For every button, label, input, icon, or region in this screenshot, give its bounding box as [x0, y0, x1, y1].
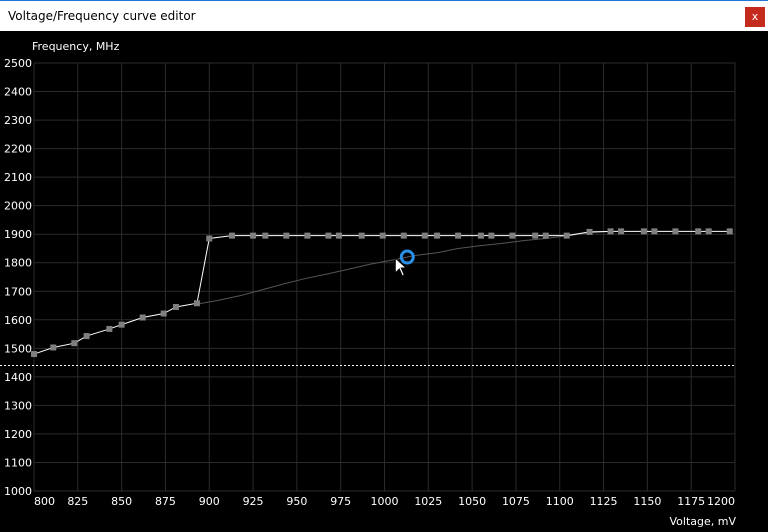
x-tick-label: 975: [330, 495, 351, 508]
curve-point-handle[interactable]: [421, 232, 428, 239]
curve-point-handle[interactable]: [695, 228, 702, 235]
y-axis-label: Frequency, MHz: [32, 40, 120, 53]
y-tick-label: 2500: [4, 57, 32, 70]
curve-point-handle[interactable]: [325, 232, 332, 239]
curve-point-handle[interactable]: [542, 232, 549, 239]
x-tick-label: 825: [67, 495, 88, 508]
y-tick-label: 1900: [4, 228, 32, 241]
y-tick-label: 1200: [4, 428, 32, 441]
curve-point-handle[interactable]: [250, 232, 257, 239]
curve-point-handle[interactable]: [160, 310, 167, 317]
curve-point-handle[interactable]: [651, 228, 658, 235]
x-tick-label: 1200: [707, 495, 735, 508]
x-tick-label: 1150: [633, 495, 661, 508]
y-tick-label: 1800: [4, 257, 32, 270]
close-button[interactable]: x: [745, 7, 765, 27]
x-tick-label: 1000: [371, 495, 399, 508]
curve-point-handle[interactable]: [335, 232, 342, 239]
y-tick-label: 2400: [4, 86, 32, 99]
curve-point-handle[interactable]: [31, 351, 37, 358]
curve-point-handle[interactable]: [229, 232, 236, 239]
x-tick-label: 850: [111, 495, 132, 508]
x-tick-label: 1175: [677, 495, 705, 508]
window-title: Voltage/Frequency curve editor: [8, 9, 196, 23]
y-tick-label: 1100: [4, 456, 32, 469]
curve-point-handle[interactable]: [400, 232, 407, 239]
x-tick-label: 1125: [590, 495, 618, 508]
close-icon: x: [751, 10, 759, 23]
x-tick-label: 925: [243, 495, 264, 508]
curve-point-handle[interactable]: [71, 340, 78, 347]
curve-point-handle[interactable]: [106, 325, 113, 332]
curve-point-handle[interactable]: [193, 300, 200, 307]
curve-point-handle[interactable]: [726, 228, 733, 235]
x-tick-label: 1025: [414, 495, 442, 508]
curve-point-handle[interactable]: [379, 232, 386, 239]
y-tick-label: 1600: [4, 314, 32, 327]
curve-point-handle[interactable]: [509, 232, 516, 239]
y-tick-label: 2200: [4, 143, 32, 156]
y-tick-label: 2300: [4, 114, 32, 127]
y-tick-label: 1400: [4, 371, 32, 384]
chart-grid: [33, 62, 736, 492]
title-bar[interactable]: Voltage/Frequency curve editor x: [0, 0, 768, 31]
current-curve-line: [33, 230, 730, 355]
x-tick-label: 800: [34, 495, 55, 508]
y-tick-label: 1300: [4, 399, 32, 412]
curve-point-handle[interactable]: [358, 232, 365, 239]
curve-point-handle[interactable]: [262, 232, 269, 239]
axis-ticks: 800 825 850 875 900 925 950 975 1000 1025 1050 1075…: [4, 57, 735, 508]
y-tick-label: 2100: [4, 171, 32, 184]
y-tick-label: 1000: [4, 485, 32, 498]
y-tick-label: 2000: [4, 200, 32, 213]
curve-point-handle[interactable]: [563, 232, 570, 239]
vf-curve-chart[interactable]: 800 825 850 875 900 925 950 975 1000 1025 1050 1075…: [0, 31, 768, 532]
curve-point-handle[interactable]: [83, 333, 90, 340]
curve-point-handle[interactable]: [172, 303, 179, 310]
curve-point-handle[interactable]: [206, 235, 213, 242]
curve-point-handle[interactable]: [455, 232, 462, 239]
x-tick-label: 1050: [458, 495, 486, 508]
y-tick-label: 1700: [4, 285, 32, 298]
x-tick-label: 900: [199, 495, 220, 508]
curve-point-handle[interactable]: [139, 314, 146, 321]
curve-point-handle[interactable]: [304, 232, 311, 239]
curve-point-handle[interactable]: [283, 232, 290, 239]
curve-point-handle[interactable]: [532, 232, 539, 239]
curve-point-handle[interactable]: [434, 232, 441, 239]
x-tick-label: 875: [155, 495, 176, 508]
x-tick-label: 950: [286, 495, 307, 508]
x-tick-label: 1075: [502, 495, 530, 508]
curve-point-handle[interactable]: [705, 228, 712, 235]
curve-point-handle[interactable]: [118, 321, 125, 328]
curve-point-handle[interactable]: [618, 228, 625, 235]
x-tick-label: 1100: [546, 495, 574, 508]
curve-point-handle[interactable]: [50, 344, 57, 351]
curve-point-handle[interactable]: [488, 232, 495, 239]
curve-point-handle[interactable]: [640, 228, 647, 235]
curve-point-handle[interactable]: [477, 232, 484, 239]
curve-point-handle[interactable]: [607, 228, 614, 235]
y-tick-label: 1500: [4, 342, 32, 355]
curve-series[interactable]: [31, 228, 733, 358]
curve-point-handle[interactable]: [672, 228, 679, 235]
curve-point-handle[interactable]: [586, 228, 593, 235]
x-axis-label: Voltage, mV: [670, 515, 737, 528]
